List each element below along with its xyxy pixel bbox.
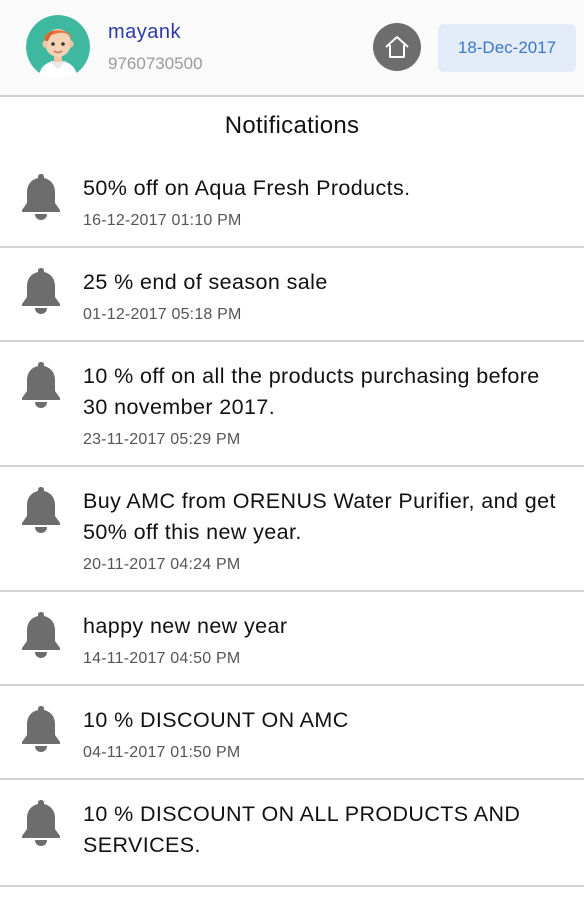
page-title: Notifications xyxy=(224,111,360,139)
bell-icon xyxy=(19,483,63,535)
notification-time: 16-12-2017 01:10 PM xyxy=(83,212,242,229)
user-phone: 9760730500 xyxy=(108,54,203,73)
user-name: mayank xyxy=(108,21,182,43)
notification-time: 23-11-2017 05:29 PM xyxy=(83,431,241,448)
bell-icon xyxy=(19,264,63,316)
home-button[interactable] xyxy=(373,23,421,71)
header: mayank 9760730500 18-Dec-2017 xyxy=(0,0,584,97)
notification-message: Buy AMC from ORENUS Water Purifier, and … xyxy=(83,489,556,544)
bell-icon xyxy=(19,608,63,660)
notification-message: 25 % end of season sale xyxy=(83,270,328,294)
bell-icon xyxy=(19,702,63,754)
notification-item[interactable]: 50% off on Aqua Fresh Products. 16-12-201… xyxy=(0,154,584,248)
bell-icon xyxy=(19,796,63,848)
notification-item[interactable]: happy new new year 14-11-2017 04:50 PM xyxy=(0,592,584,686)
notification-item[interactable]: 10 % DISCOUNT ON AMC 04-11-2017 01:50 PM xyxy=(0,686,584,780)
notification-message: 50% off on Aqua Fresh Products. xyxy=(83,176,411,200)
notification-message: 10 % DISCOUNT ON ALL PRODUCTS AND SERVIC… xyxy=(83,802,521,857)
notification-item[interactable]: Buy AMC from ORENUS Water Purifier, and … xyxy=(0,467,584,592)
notification-item[interactable]: 25 % end of season sale 01-12-2017 05:18 … xyxy=(0,248,584,342)
notification-item[interactable]: 10 % off on all the products purchasing … xyxy=(0,342,584,467)
notification-time: 01-12-2017 05:18 PM xyxy=(83,306,242,323)
notification-list: 50% off on Aqua Fresh Products. 16-12-201… xyxy=(0,154,584,887)
notification-time: 20-11-2017 04:24 PM xyxy=(83,556,241,573)
notification-time: 04-11-2017 01:50 PM xyxy=(83,744,241,761)
notification-message: 10 % DISCOUNT ON AMC xyxy=(83,708,349,732)
home-icon xyxy=(385,36,409,58)
notification-message: 10 % off on all the products purchasing … xyxy=(83,364,540,419)
notification-message: happy new new year xyxy=(83,614,288,638)
bell-icon xyxy=(19,170,63,222)
notification-item[interactable]: 10 % DISCOUNT ON ALL PRODUCTS AND SERVIC… xyxy=(0,780,584,887)
notification-time: 14-11-2017 04:50 PM xyxy=(83,650,241,667)
avatar-icon[interactable] xyxy=(26,15,90,79)
bell-icon xyxy=(19,358,63,410)
date-display: 18-Dec-2017 xyxy=(438,24,576,72)
